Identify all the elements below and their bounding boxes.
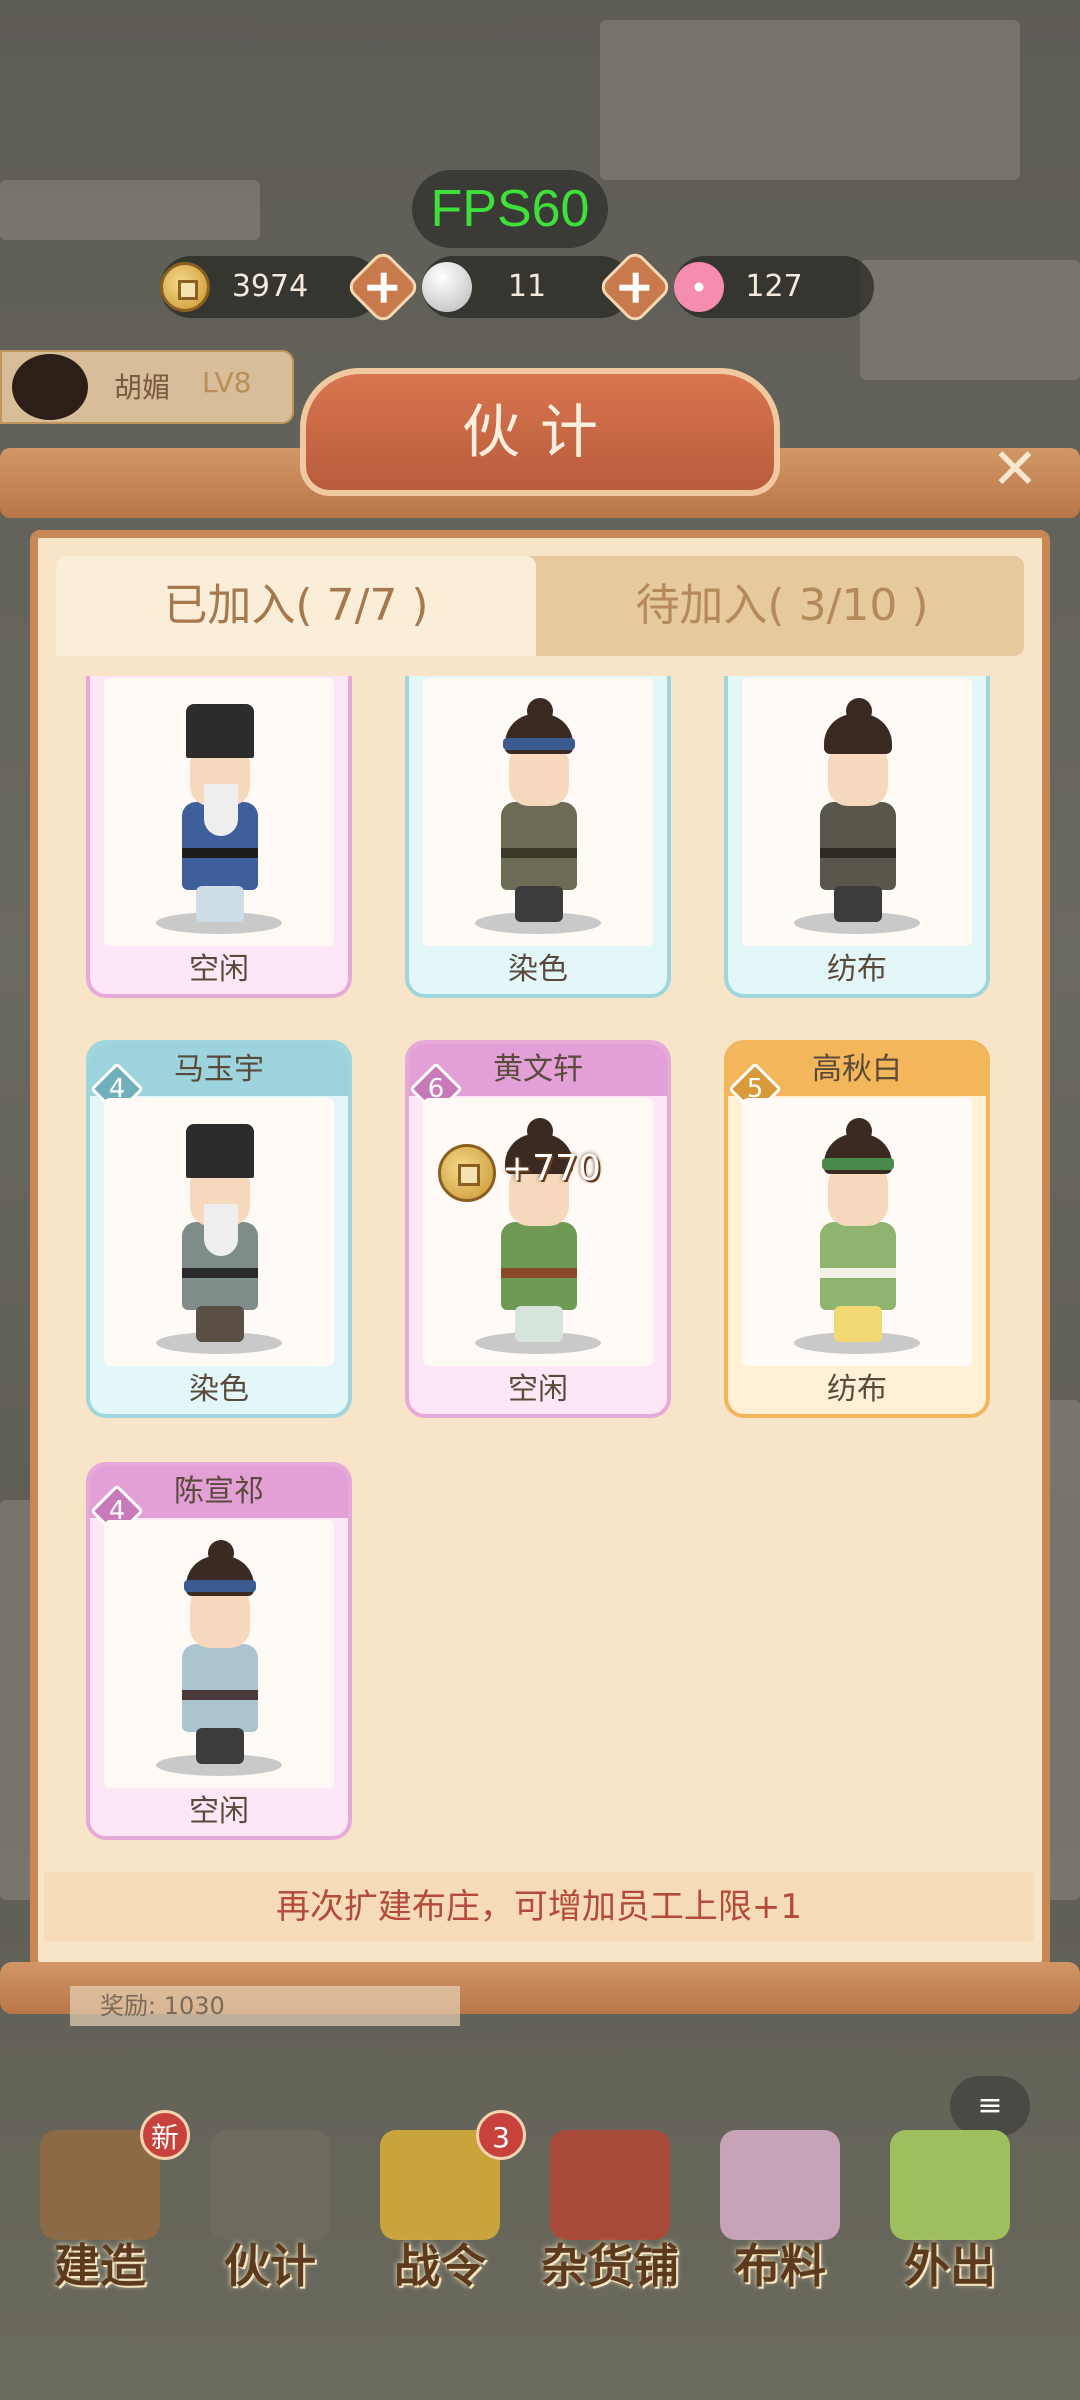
worker-portrait xyxy=(423,678,653,946)
shop-icon xyxy=(550,2130,670,2240)
worker-portrait xyxy=(104,678,334,946)
bottom-nav: 建造 新 伙计 战令 3 杂货铺 布料 外出 xyxy=(0,2110,1080,2320)
nav-fabric[interactable]: 布料 xyxy=(700,2110,860,2320)
tab-pending[interactable]: 待加入( 3/10 ) xyxy=(540,556,1024,656)
worker-figure xyxy=(156,1118,282,1354)
worker-figure xyxy=(475,698,601,934)
worker-figure xyxy=(156,698,282,934)
worker-status: 纺布 xyxy=(827,1372,887,1407)
nav-shop[interactable]: 杂货铺 xyxy=(530,2110,690,2320)
worker-status: 空闲 xyxy=(189,952,249,987)
close-button[interactable]: ✕ xyxy=(985,440,1045,500)
worker-status: 空闲 xyxy=(189,1794,249,1829)
worker-portrait xyxy=(104,1520,334,1788)
player-info[interactable]: 胡媚 LV8 xyxy=(0,350,294,424)
worker-status: 染色 xyxy=(508,952,568,987)
close-icon: ✕ xyxy=(991,437,1039,502)
reward-strip: 奖励: 1030 xyxy=(70,1986,460,2026)
worker-figure xyxy=(156,1540,282,1776)
fabric-icon xyxy=(720,2130,840,2240)
worker-card[interactable]: 陈宣祁 4 空闲 xyxy=(86,1462,352,1840)
worker-card[interactable]: 黄文轩 6 空闲 xyxy=(405,1040,671,1418)
coin-icon xyxy=(438,1144,496,1202)
new-badge: 新 xyxy=(140,2110,190,2160)
panel-title: 伙计 xyxy=(300,368,780,496)
player-name: 胡媚 xyxy=(114,371,171,404)
flower-resource: 127 xyxy=(674,256,874,318)
nav-outing[interactable]: 外出 xyxy=(870,2110,1030,2320)
worker-card[interactable]: 高秋白 5 纺布 xyxy=(724,1040,990,1418)
worker-portrait xyxy=(742,1098,972,1366)
nav-battle-pass[interactable]: 战令 3 xyxy=(360,2110,526,2320)
worker-card[interactable]: 空闲 xyxy=(86,676,352,998)
player-level: LV8 xyxy=(202,366,252,399)
worker-status: 空闲 xyxy=(508,1372,568,1407)
worker-card[interactable]: 染色 xyxy=(405,676,671,998)
worker-portrait xyxy=(423,1098,653,1366)
resource-bar: 3974 11 127 xyxy=(160,248,880,326)
worker-figure xyxy=(794,698,920,934)
worker-card[interactable]: 纺布 xyxy=(724,676,990,998)
coin-resource: 3974 xyxy=(160,256,380,318)
income-popup: +770 xyxy=(502,1148,601,1189)
outing-icon xyxy=(890,2130,1010,2240)
worker-portrait xyxy=(104,1098,334,1366)
workers-icon xyxy=(210,2130,330,2240)
nav-build[interactable]: 建造 新 xyxy=(20,2110,190,2320)
worker-figure xyxy=(794,1118,920,1354)
worker-grid: 空闲 染色 纺布 马玉宇 4 染色 黄文轩 6 空闲 高秋白 5 纺布 陈宣祁 … xyxy=(56,676,1024,1866)
expansion-tip: 再次扩建布庄，可增加员工上限+1 xyxy=(44,1872,1034,1942)
worker-card[interactable]: 马玉宇 4 染色 xyxy=(86,1040,352,1418)
nav-workers[interactable]: 伙计 xyxy=(190,2110,350,2320)
worker-status: 纺布 xyxy=(827,952,887,987)
count-badge: 3 xyxy=(476,2110,526,2160)
fps-counter: FPS60 xyxy=(412,170,608,248)
tab-bar: 已加入( 7/7 ) 待加入( 3/10 ) xyxy=(56,556,1024,656)
worker-status: 染色 xyxy=(189,1372,249,1407)
tab-joined[interactable]: 已加入( 7/7 ) xyxy=(56,556,536,656)
avatar[interactable] xyxy=(12,354,88,420)
worker-portrait xyxy=(742,678,972,946)
